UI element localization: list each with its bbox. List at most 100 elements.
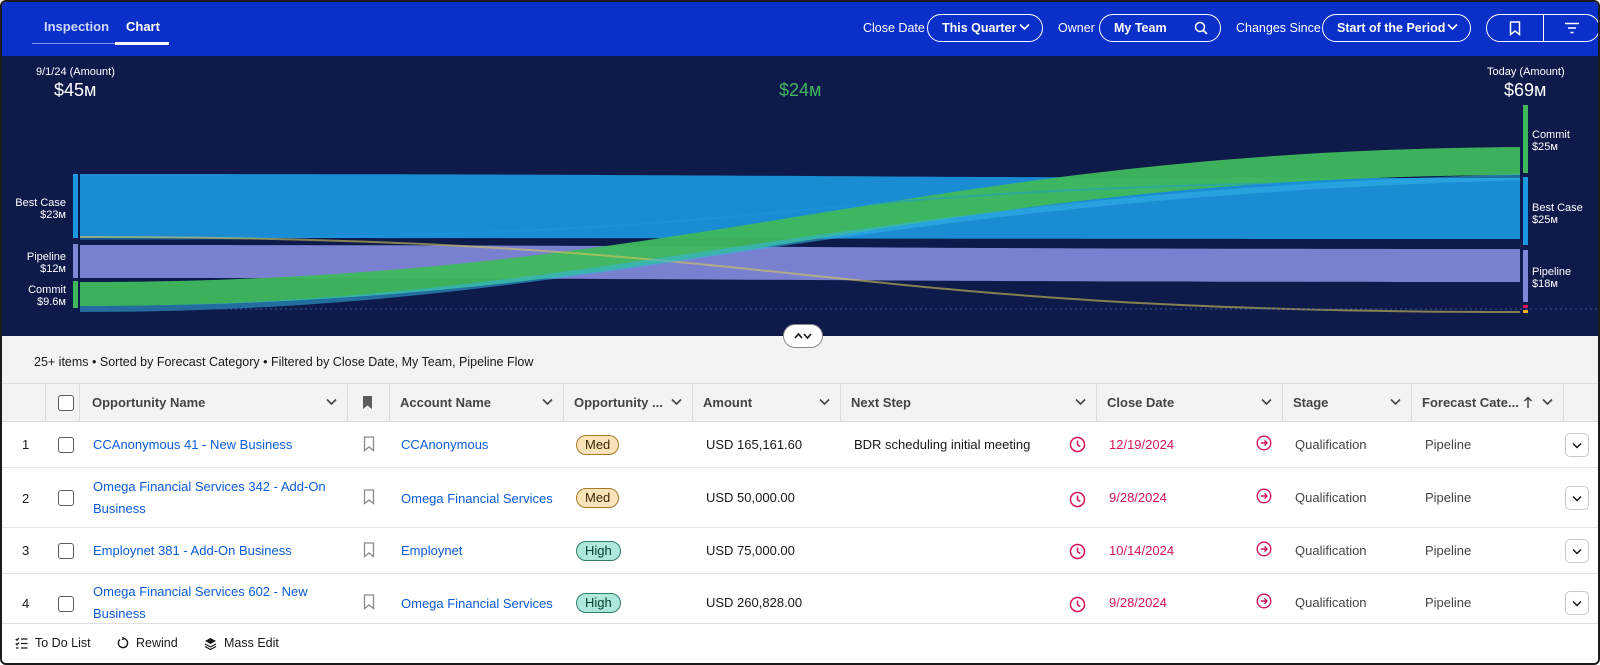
chevron-down-icon — [819, 398, 830, 406]
right-node-label: Commit $25м — [1532, 129, 1570, 153]
row-checkbox[interactable] — [58, 490, 74, 506]
changes-since-select[interactable]: Start of the Period — [1322, 14, 1471, 42]
checklist-icon — [15, 637, 28, 649]
left-node-name: Best Case — [15, 197, 66, 209]
app-window: Inspection Chart Close Date This Quarter… — [0, 0, 1600, 665]
row-actions-button[interactable] — [1565, 539, 1589, 563]
column-label: Stage — [1293, 395, 1329, 410]
column-bookmark[interactable] — [348, 384, 390, 421]
close-date-label: Close Date — [863, 21, 925, 35]
bookmark-icon[interactable] — [363, 489, 375, 505]
row-actions-button[interactable] — [1565, 433, 1589, 457]
chevron-down-icon — [1572, 442, 1582, 449]
forecast-value: Pipeline — [1425, 490, 1472, 505]
column-label: Close Date — [1107, 395, 1175, 410]
left-node-pipeline — [73, 244, 78, 278]
row-number: 2 — [22, 491, 30, 506]
opportunity-name-link-continued[interactable]: Business — [93, 606, 146, 621]
todo-list-button[interactable]: To Do List — [15, 636, 91, 650]
account-name-link[interactable]: Omega Financial Services — [401, 491, 553, 506]
table-row: 1 CCAnonymous 41 - New Business CCAnonym… — [2, 422, 1598, 468]
expand-collapse-icon — [794, 332, 812, 340]
arrow-circle-right-icon — [1256, 593, 1272, 609]
row-checkbox[interactable] — [58, 437, 74, 453]
clock-icon — [1069, 596, 1086, 613]
right-node-label: Pipeline $18м — [1532, 266, 1571, 290]
stage-value: Qualification — [1295, 595, 1367, 610]
column-close-date[interactable]: Close Date — [1097, 384, 1283, 421]
arrow-circle-right-icon — [1256, 541, 1272, 557]
chevron-down-icon — [1261, 398, 1272, 406]
filter-button[interactable] — [1544, 15, 1598, 41]
changes-since-label: Changes Since — [1236, 21, 1321, 35]
forecast-value: Pipeline — [1425, 543, 1472, 558]
select-all-checkbox[interactable] — [58, 395, 74, 411]
right-node-amount: $18м — [1532, 278, 1558, 290]
row-actions-button[interactable] — [1565, 591, 1589, 615]
bookmark-icon[interactable] — [363, 542, 375, 558]
column-label: Forecast Cate... — [1422, 395, 1519, 410]
right-node-amount: $25м — [1532, 141, 1558, 153]
left-node-amount: $23м — [40, 209, 66, 221]
account-name-link[interactable]: Employnet — [401, 543, 462, 558]
bookmark-icon[interactable] — [363, 594, 375, 610]
rewind-button[interactable]: Rewind — [117, 636, 178, 650]
bookmark-filled-icon — [363, 396, 372, 409]
right-node-label: Best Case $25м — [1532, 202, 1583, 226]
opportunity-name-link[interactable]: Omega Financial Services 602 - New — [93, 584, 308, 599]
owner-search[interactable]: My Team — [1099, 14, 1221, 42]
right-node-small-1 — [1523, 305, 1528, 308]
score-badge: High — [576, 593, 621, 613]
left-node-label: Commit $9.6м — [28, 284, 66, 308]
search-icon — [1194, 21, 1208, 35]
amount-value: USD 165,161.60 — [706, 437, 803, 452]
chevron-down-icon — [1447, 23, 1458, 31]
left-node-label: Pipeline $12м — [27, 251, 66, 275]
left-node-label: Best Case $23м — [15, 197, 66, 221]
account-name-link[interactable]: CCAnonymous — [401, 437, 488, 452]
column-next-step[interactable]: Next Step — [841, 384, 1097, 421]
row-checkbox[interactable] — [58, 596, 74, 612]
collapse-chart-button[interactable] — [783, 324, 823, 348]
column-label: Next Step — [851, 395, 911, 410]
tab-inspection[interactable]: Inspection — [44, 2, 109, 48]
top-bar: Inspection Chart Close Date This Quarter… — [2, 2, 1598, 56]
column-opportunity-score[interactable]: Opportunity ... — [564, 384, 693, 421]
opportunity-name-link-continued[interactable]: Business — [93, 501, 146, 516]
column-account-name[interactable]: Account Name — [390, 384, 564, 421]
mass-edit-button[interactable]: Mass Edit — [204, 636, 279, 650]
right-total: $69м — [1504, 80, 1547, 100]
row-number: 4 — [22, 596, 30, 611]
pipeline-flow-chart: 9/1/24 (Amount) $45м $24м Today (Amount)… — [2, 56, 1598, 336]
opportunity-name-link[interactable]: Omega Financial Services 342 - Add-On — [93, 479, 326, 494]
close-date-select[interactable]: This Quarter — [927, 14, 1043, 42]
left-node-best-case — [73, 174, 78, 238]
right-node-name: Pipeline — [1532, 266, 1572, 278]
bookmark-icon — [1509, 20, 1521, 36]
column-amount[interactable]: Amount — [693, 384, 841, 421]
arrow-circle-right-icon — [1256, 488, 1272, 504]
left-node-name: Pipeline — [26, 251, 66, 263]
column-forecast-category[interactable]: Forecast Cate... — [1412, 384, 1564, 421]
left-caption: 9/1/24 (Amount) — [36, 66, 115, 78]
row-checkbox[interactable] — [58, 543, 74, 559]
account-name-link[interactable]: Omega Financial Services — [401, 596, 553, 611]
bookmark-button[interactable] — [1487, 15, 1543, 41]
column-opportunity-name[interactable]: Opportunity Name — [82, 384, 348, 421]
sort-ascending-icon — [1523, 396, 1533, 408]
close-date-value: This Quarter — [942, 21, 1017, 35]
next-step-value: BDR scheduling initial meeting — [854, 437, 1031, 452]
column-stage[interactable]: Stage — [1283, 384, 1412, 421]
bookmark-icon[interactable] — [363, 436, 375, 452]
filter-lines-icon — [1565, 22, 1579, 34]
left-node-amount: $9.6м — [37, 296, 66, 308]
change-total: $24м — [779, 80, 822, 100]
stage-value: Qualification — [1295, 437, 1367, 452]
right-node-name: Commit — [1532, 129, 1570, 141]
opportunity-name-link[interactable]: Employnet 381 - Add-On Business — [93, 543, 292, 558]
chevron-down-icon — [1572, 600, 1582, 607]
opportunity-name-link[interactable]: CCAnonymous 41 - New Business — [93, 437, 292, 452]
row-actions-button[interactable] — [1565, 486, 1589, 510]
chevron-down-icon — [542, 398, 553, 406]
amount-value: USD 50,000.00 — [706, 490, 795, 505]
